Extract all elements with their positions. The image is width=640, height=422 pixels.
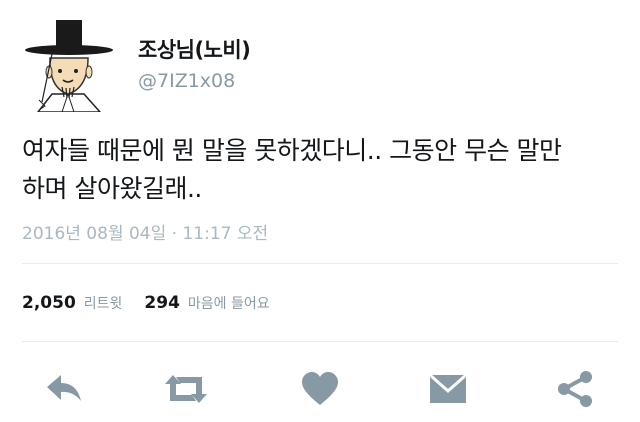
tweet-text-line: 하며 살아왔길래.. [22, 174, 202, 203]
tweet-text: 여자들 때문에 뭔 말을 못하겠다니.. 그동안 무슨 말만 하며 살아왔길래.… [22, 132, 622, 208]
tweet-timestamp: 2016년 08월 04일 · 11:17 오전 [22, 224, 269, 244]
envelope-icon [429, 373, 467, 403]
retweets-count[interactable]: 2,050 [22, 293, 76, 313]
message-button[interactable] [425, 366, 471, 412]
retweet-icon [165, 375, 207, 403]
likes-count[interactable]: 294 [144, 293, 180, 313]
tweet-stats: 2,050 리트윗 294 마음에 들어요 [22, 293, 270, 313]
share-button[interactable] [552, 366, 598, 412]
likes-label[interactable]: 마음에 들어요 [188, 293, 270, 313]
gat-hat-man-avatar-icon [25, 20, 113, 113]
tweet-actions [0, 366, 640, 412]
divider [22, 341, 618, 342]
user-handle[interactable]: @7IZ1x08 [138, 70, 235, 92]
tweet-text-line: 여자들 때문에 뭔 말을 못하겠다니.. 그동안 무슨 말만 [22, 136, 562, 165]
heart-icon [302, 372, 338, 405]
reply-button[interactable] [41, 366, 87, 412]
like-button[interactable] [297, 366, 343, 412]
share-icon [558, 371, 592, 407]
display-name[interactable]: 조상님(노비) [138, 34, 251, 64]
retweet-button[interactable] [163, 366, 209, 412]
divider [22, 263, 618, 264]
avatar[interactable] [22, 14, 116, 113]
reply-icon [47, 375, 81, 401]
retweets-label[interactable]: 리트윗 [84, 293, 123, 313]
